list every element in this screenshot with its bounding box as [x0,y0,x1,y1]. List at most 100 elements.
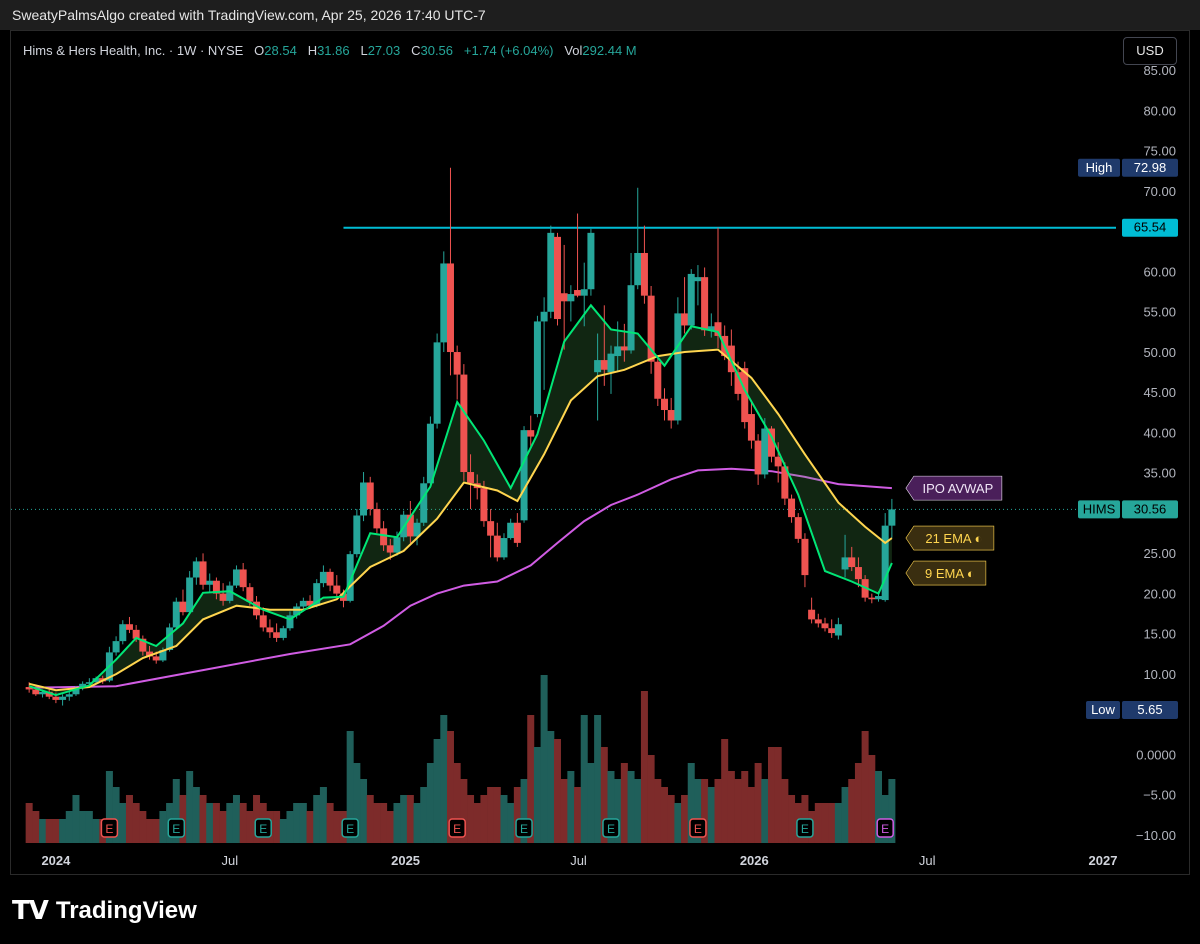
candle-body[interactable] [547,232,555,312]
candle-body[interactable] [507,522,515,539]
candle-body[interactable] [500,538,508,558]
candle-body[interactable] [52,696,60,700]
candle-body[interactable] [373,509,381,529]
candle-body[interactable] [560,293,568,302]
candle-body[interactable] [888,509,896,526]
candle-body[interactable] [232,569,240,586]
candle-body[interactable] [199,561,207,585]
candle-body[interactable] [654,361,662,399]
candle-body[interactable] [681,313,689,326]
earnings-marker-letter: E [881,822,889,836]
candle-body[interactable] [553,236,561,320]
candle-body[interactable] [854,567,862,580]
candle-body[interactable] [881,525,889,601]
candle-body[interactable] [520,430,528,521]
candle-body[interactable] [219,593,227,601]
volume-bar [65,811,73,843]
candle-body[interactable] [333,585,341,594]
low-label: L [360,43,368,58]
candle-body[interactable] [594,360,602,373]
candle-body[interactable] [627,285,635,351]
volume-bar [788,795,796,843]
candle-body[interactable] [788,498,796,518]
price-chart[interactable]: 85.0080.0075.0070.0065.0060.0055.0050.00… [11,31,1189,874]
candle-body[interactable] [366,482,374,510]
candle-body[interactable] [841,557,849,570]
candle-body[interactable] [353,515,361,555]
candle-body[interactable] [574,290,582,296]
candle-body[interactable] [667,410,675,421]
candle-body[interactable] [393,537,401,553]
candle-body[interactable] [828,628,836,634]
candle-body[interactable] [848,557,856,568]
candle-body[interactable] [660,398,668,411]
candle-body[interactable] [761,428,769,475]
candle-body[interactable] [326,571,334,586]
candle-body[interactable] [600,360,608,370]
candle-body[interactable] [59,696,67,700]
candle-body[interactable] [587,232,595,290]
candle-body[interactable] [834,624,842,636]
candle-body[interactable] [747,414,755,441]
candle-body[interactable] [119,624,127,642]
candle-body[interactable] [801,538,809,576]
candle-body[interactable] [533,321,541,415]
candle-body[interactable] [360,482,368,516]
candle-body[interactable] [279,628,287,638]
candle-body[interactable] [446,263,454,353]
candle-body[interactable] [513,522,521,543]
candle-body[interactable] [440,263,448,343]
candle-body[interactable] [620,346,628,351]
candle-body[interactable] [527,430,535,437]
candle-body[interactable] [868,597,876,600]
candle-body[interactable] [192,561,200,578]
candle-body[interactable] [821,623,829,629]
candle-body[interactable] [674,313,682,421]
candle-body[interactable] [480,488,488,522]
currency-button[interactable]: USD [1123,37,1177,65]
candle-body[interactable] [614,346,622,357]
candle-body[interactable] [386,545,394,553]
candle-body[interactable] [580,289,588,296]
candle-body[interactable] [426,423,434,484]
candle-body[interactable] [874,596,882,600]
candle-body[interactable] [299,600,307,607]
candle-body[interactable] [266,627,274,633]
candle-body[interactable] [186,577,194,613]
candle-body[interactable] [453,352,461,375]
candle-body[interactable] [380,528,388,546]
chart-frame[interactable]: 85.0080.0075.0070.0065.0060.0055.0050.00… [10,30,1190,875]
candle-body[interactable] [112,641,120,653]
candle-body[interactable] [319,571,327,584]
candle-body[interactable] [687,273,695,326]
candle-body[interactable] [433,342,441,424]
symbol-title[interactable]: Hims & Hers Health, Inc. · 1W · NYSE [23,43,243,58]
candle-body[interactable] [152,656,160,661]
candle-body[interactable] [701,277,709,331]
candle-body[interactable] [179,601,187,613]
candle-body[interactable] [540,311,548,322]
candle-body[interactable] [808,609,816,620]
candle-body[interactable] [607,353,615,373]
candle-body[interactable] [794,517,802,539]
candle-body[interactable] [460,374,468,473]
candle-body[interactable] [814,619,822,624]
low-value: 27.03 [367,43,401,58]
candle-body[interactable] [172,601,180,628]
candle-body[interactable] [493,535,501,558]
candle-body[interactable] [246,587,254,602]
candle-body[interactable] [65,694,73,697]
candle-body[interactable] [467,472,475,484]
candle-body[interactable] [420,483,428,523]
candle-body[interactable] [259,615,267,628]
candle-body[interactable] [567,294,575,302]
candle-body[interactable] [125,624,133,630]
candle-body[interactable] [239,569,247,588]
candle-body[interactable] [206,580,214,585]
candle-body[interactable] [487,521,495,536]
candle-body[interactable] [754,440,762,475]
candle-body[interactable] [273,632,281,638]
candle-body[interactable] [634,252,642,286]
candle-body[interactable] [640,252,648,296]
candle-body[interactable] [694,277,702,282]
